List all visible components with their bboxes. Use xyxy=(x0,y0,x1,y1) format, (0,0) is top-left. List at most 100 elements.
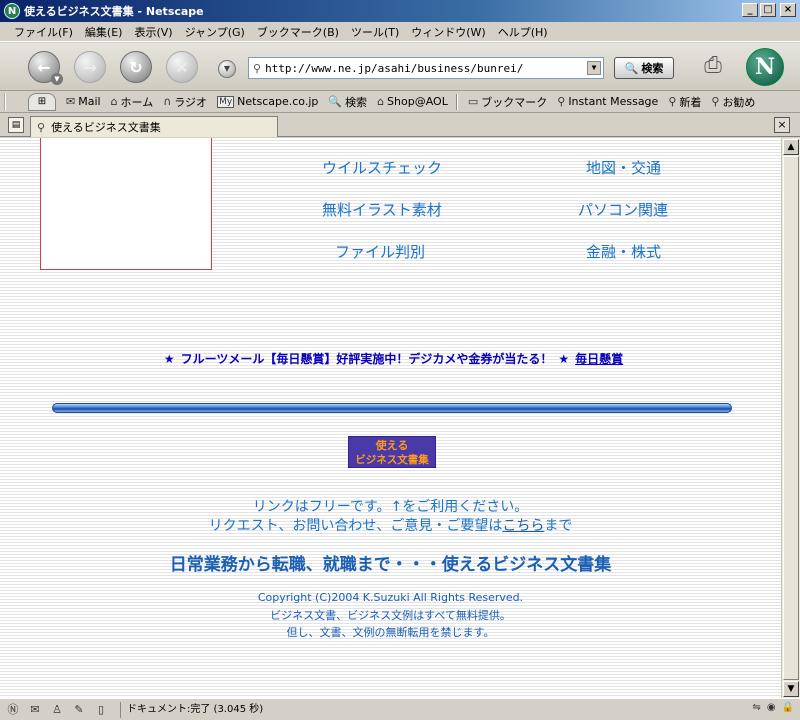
site-logo-banner[interactable]: 使える ビジネス文書集 xyxy=(348,436,436,468)
link-map-transport[interactable]: 地図・交通 xyxy=(586,157,661,178)
link-finance-stocks[interactable]: 金融・株式 xyxy=(586,241,661,262)
logo-line2: ビジネス文書集 xyxy=(355,454,429,466)
back-history-dropdown-icon[interactable]: ▼ xyxy=(51,73,63,85)
vertical-scrollbar[interactable]: ▲ ▼ xyxy=(781,138,800,698)
bookmark-label: ブックマーク xyxy=(481,95,548,109)
contact-suffix: まで xyxy=(544,518,573,534)
url-text: http://www.ne.jp/asahi/business/bunrei/ xyxy=(265,61,524,75)
headphones-icon: ∩ xyxy=(163,95,172,108)
scroll-up-arrow-icon[interactable]: ▲ xyxy=(783,139,799,155)
link-free-illustrations[interactable]: 無料イラスト素材 xyxy=(322,199,442,220)
menu-window[interactable]: ウィンドウ(W) xyxy=(405,24,491,40)
window-title: 使えるビジネス文書集 - Netscape xyxy=(24,5,204,18)
menu-edit[interactable]: 編集(E) xyxy=(79,24,129,40)
bookmark-label: 検索 xyxy=(345,95,368,109)
site-slogan: 日常業務から転職、就職まで・・・使えるビジネス文書集 xyxy=(169,555,612,575)
bookmark-label: ホーム xyxy=(120,95,154,109)
search-button-label: 検索 xyxy=(641,62,664,75)
bookmark-label: Mail xyxy=(78,95,101,108)
address-book-icon[interactable]: ▯ xyxy=(92,702,110,718)
location-dropdown-icon[interactable]: ▼ xyxy=(218,60,236,78)
back-arrow-icon: ← xyxy=(37,57,51,77)
link-pc-related[interactable]: パソコン関連 xyxy=(578,199,668,220)
window-controls: _ □ × xyxy=(742,3,796,17)
ad-banner-placeholder[interactable] xyxy=(40,138,212,270)
menu-file[interactable]: ファイル(F) xyxy=(8,24,79,40)
close-tab-icon[interactable]: × xyxy=(774,117,790,133)
bookmark-icon: ⚲ xyxy=(711,95,720,108)
stop-button[interactable]: ✕ xyxy=(166,51,198,83)
bookmark-radio[interactable]: ∩ ラジオ xyxy=(163,94,207,110)
link-free-notice: リンクはフリーです。↑をご利用ください。 xyxy=(252,499,529,515)
bookmark-mail[interactable]: ✉ Mail xyxy=(66,95,101,108)
instant-messenger-icon[interactable]: ♙ xyxy=(48,702,66,718)
bookmark-label: 新着 xyxy=(679,95,702,109)
url-field[interactable]: ⚲ http://www.ne.jp/asahi/business/bunrei… xyxy=(248,57,604,79)
bookmark-new[interactable]: ⚲ 新着 xyxy=(668,94,701,110)
toolbar-separator xyxy=(455,93,458,110)
stop-icon: ✕ xyxy=(175,57,189,77)
security-lock-icon: 🔒 xyxy=(781,702,794,713)
composer-icon[interactable]: ✎ xyxy=(70,702,88,718)
page-proxy-icon: ⚲ xyxy=(253,61,262,75)
print-icon[interactable]: ⎙ xyxy=(698,53,728,81)
prohibit-notice-text: 但し、文書、文例の無断転用を禁じます。 xyxy=(286,626,495,639)
new-tab-icon[interactable]: ▤ xyxy=(8,117,24,133)
link-virus-check[interactable]: ウイルスチェック xyxy=(322,157,442,178)
mail-icon[interactable]: ✉ xyxy=(26,702,44,718)
back-button[interactable]: ← ▼ xyxy=(28,51,63,85)
bookmarks-menu[interactable]: ▭ ブックマーク xyxy=(468,94,547,110)
bookmark-search[interactable]: 🔍 検索 xyxy=(328,94,367,110)
scroll-down-arrow-icon[interactable]: ▼ xyxy=(783,681,799,697)
page-content: ウイルスチェック 無料イラスト素材 ファイル判別 地図・交通 パソコン関連 金融… xyxy=(0,138,781,698)
link-file-identification[interactable]: ファイル判別 xyxy=(335,241,425,262)
tab-title: 使えるビジネス文書集 xyxy=(51,121,161,134)
bookmark-label: Netscape.co.jp xyxy=(237,95,319,108)
folder-icon: ▭ xyxy=(467,95,479,108)
close-window-button[interactable]: × xyxy=(780,3,796,17)
minimize-button[interactable]: _ xyxy=(742,3,758,17)
search-icon: 🔍 xyxy=(328,95,343,108)
navigator-icon[interactable]: Ⓝ xyxy=(4,702,22,718)
reload-icon: ↻ xyxy=(129,57,143,77)
menu-tools[interactable]: ツール(T) xyxy=(345,24,405,40)
promo-link[interactable]: 毎日懸賞 xyxy=(575,352,623,366)
menu-bookmarks[interactable]: ブックマーク(B) xyxy=(251,24,345,40)
menu-bar: ファイル(F) 編集(E) 表示(V) ジャンプ(G) ブックマーク(B) ツー… xyxy=(0,22,800,42)
bookmark-home[interactable]: ⌂ ホーム xyxy=(111,94,154,110)
bookmark-shop[interactable]: ⌂ Shop@AOL xyxy=(377,95,448,108)
title-bar: N 使えるビジネス文書集 - Netscape _ □ × xyxy=(0,0,800,22)
menu-view[interactable]: 表示(V) xyxy=(128,24,178,40)
bookmark-instant-message[interactable]: ⚲ Instant Message xyxy=(557,95,658,108)
forward-button[interactable]: → xyxy=(74,51,106,83)
status-bar: Ⓝ ✉ ♙ ✎ ▯ ドキュメント:完了 (3.045 秒) ⇋ ◉ 🔒 xyxy=(0,698,800,720)
status-indicators: ⇋ ◉ 🔒 xyxy=(752,702,794,713)
sidebar-toggle-icon[interactable]: ⊞ xyxy=(28,92,56,111)
bookmark-recommend[interactable]: ⚲ お勧め xyxy=(711,94,755,110)
reload-button[interactable]: ↻ xyxy=(120,51,152,83)
magnifier-icon: 🔍 xyxy=(624,61,639,75)
contact-link[interactable]: こちら xyxy=(502,518,544,534)
search-button[interactable]: 🔍 検索 xyxy=(614,57,674,79)
bookmark-label: Shop@AOL xyxy=(387,95,448,108)
tab-current[interactable]: ⚲ 使えるビジネス文書集 xyxy=(30,116,278,137)
menu-help[interactable]: ヘルプ(H) xyxy=(492,24,554,40)
personal-toolbar: ⊞ ✉ Mail ⌂ ホーム ∩ ラジオ My Netscape.co.jp 🔍 検索 ⌂… xyxy=(0,91,800,113)
menu-go[interactable]: ジャンプ(G) xyxy=(179,24,251,40)
cookie-status-icon: ◉ xyxy=(766,702,776,713)
maximize-button[interactable]: □ xyxy=(760,3,776,17)
netscape-app-icon[interactable]: N xyxy=(4,3,20,19)
status-text: ドキュメント:完了 (3.045 秒) xyxy=(120,701,263,718)
toolbar-grip[interactable] xyxy=(4,92,14,111)
netscape-logo-icon[interactable]: N xyxy=(746,48,784,86)
forward-arrow-icon: → xyxy=(83,57,97,77)
my-netscape-icon: My xyxy=(217,95,235,108)
bookmark-netscape[interactable]: My Netscape.co.jp xyxy=(217,95,318,108)
shop-icon: ⌂ xyxy=(377,95,385,108)
free-notice-text: ビジネス文書、ビジネス文例はすべて無料提供。 xyxy=(270,609,511,622)
scroll-thumb[interactable] xyxy=(783,156,799,680)
url-history-dropdown-icon[interactable]: ▼ xyxy=(587,61,601,75)
bookmark-icon: ⚲ xyxy=(668,95,677,108)
star-icon: ★ xyxy=(558,352,570,366)
bookmark-icon: ⚲ xyxy=(557,95,566,108)
